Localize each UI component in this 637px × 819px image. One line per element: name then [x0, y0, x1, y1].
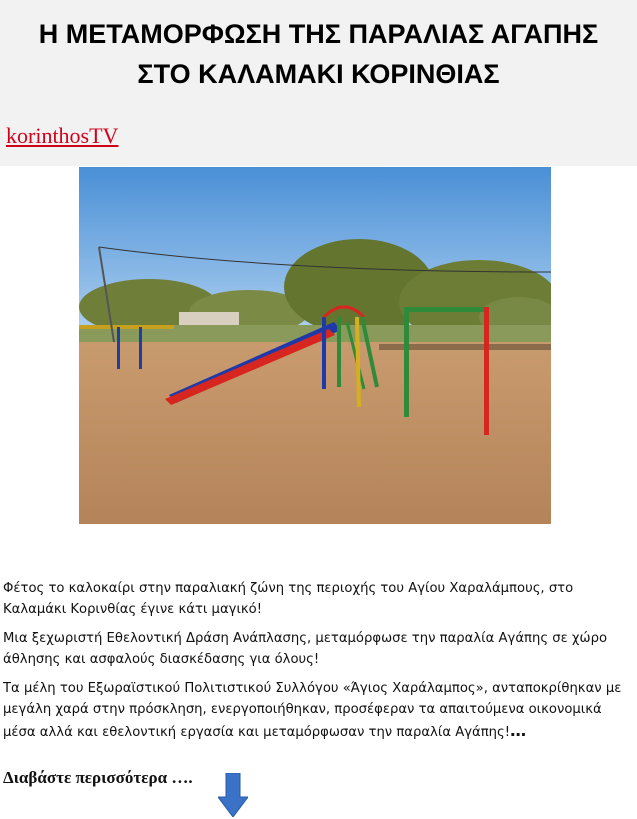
paragraph-3-text: Τα μέλη του Εξωραϊστικού Πολιτιστικού Συ… — [3, 681, 622, 740]
source-link[interactable]: korinthosTV — [6, 123, 118, 149]
paragraph-3: Τα μέλη του Εξωραϊστικού Πολιτιστικού Συ… — [3, 678, 631, 743]
page-title: Η ΜΕΤΑΜΟΡΦΩΣΗ ΤΗΣ ΠΑΡΑΛΙΑΣ ΑΓΑΠΗΣ ΣΤΟ ΚΑ… — [0, 14, 637, 94]
paragraph-1: Φέτος το καλοκαίρι στην παραλιακή ζώνη τ… — [3, 581, 574, 617]
title-line-2: ΣΤΟ ΚΑΛΑΜΑΚΙ ΚΟΡΙΝΘΙΑΣ — [137, 59, 500, 89]
playground-photo — [79, 167, 551, 524]
article-header: Η ΜΕΤΑΜΟΡΦΩΣΗ ΤΗΣ ΠΑΡΑΛΙΑΣ ΑΓΑΠΗΣ ΣΤΟ ΚΑ… — [0, 0, 637, 166]
ellipsis: … — [510, 721, 527, 740]
paragraph-2: Μια ξεχωριστή Εθελοντική Δράση Ανάπλασης… — [3, 631, 608, 667]
read-more-link[interactable]: Διαβάστε περισσότερα …. — [3, 768, 193, 788]
title-line-1: Η ΜΕΤΑΜΟΡΦΩΣΗ ΤΗΣ ΠΑΡΑΛΙΑΣ ΑΓΑΠΗΣ — [38, 19, 599, 49]
down-arrow-icon[interactable] — [218, 773, 248, 817]
